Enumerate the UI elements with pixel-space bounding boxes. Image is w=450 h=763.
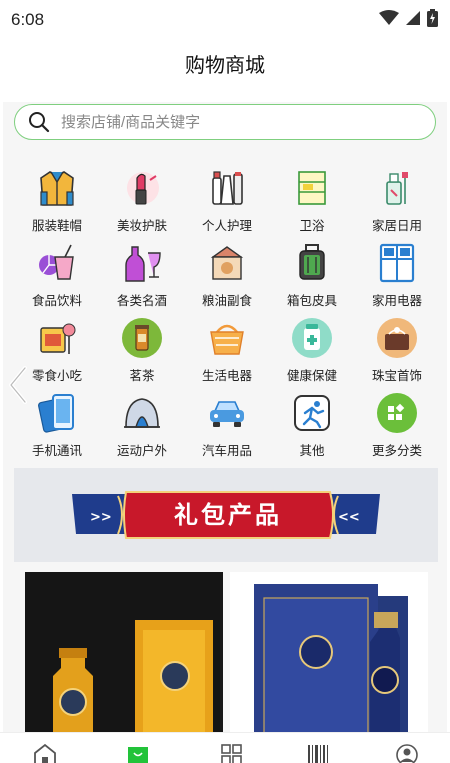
scan-icon[interactable] <box>303 741 333 763</box>
category-appliances[interactable]: 生活电器 <box>185 318 269 384</box>
signal-icon <box>406 11 420 25</box>
search-icon <box>29 112 50 133</box>
category-label: 美妆护肤 <box>116 219 167 233</box>
health-icon <box>292 318 332 358</box>
basket-icon <box>210 324 244 355</box>
chevron-left-icon[interactable] <box>3 364 33 406</box>
category-health[interactable]: 健康保健 <box>270 318 354 384</box>
shop-icon[interactable] <box>123 741 153 763</box>
lipstick-icon <box>127 172 159 205</box>
household-icon <box>386 172 408 205</box>
category-label: 食品饮料 <box>31 294 82 308</box>
category-tea[interactable]: 茗茶 <box>100 318 184 384</box>
category-label: 各类名酒 <box>116 294 167 308</box>
category-label: 茗茶 <box>129 369 155 383</box>
category-apparel[interactable]: 服装鞋帽 <box>15 168 99 234</box>
category-food-drink[interactable]: 食品饮料 <box>15 243 99 309</box>
category-label: 箱包皮具 <box>286 294 337 308</box>
svg-text:<<: << <box>338 510 360 525</box>
product-card[interactable] <box>230 572 428 732</box>
tea-icon <box>122 318 162 358</box>
category-beauty[interactable]: 美妆护肤 <box>100 168 184 234</box>
battery-icon <box>427 9 438 27</box>
personal-care-icon <box>212 171 243 205</box>
phone-icon <box>38 394 74 433</box>
svg-text:>>: >> <box>90 510 112 525</box>
baijiu-gift-box-blue-image <box>230 572 428 732</box>
category-auto[interactable]: 汽车用品 <box>185 393 269 459</box>
shopping-mall-screen: 6:08 购物商城 搜索店铺/商品关键字 服装鞋帽 美妆护肤 个人护理 卫浴 家… <box>0 0 450 763</box>
baijiu-gift-box-yellow-image <box>25 572 223 732</box>
category-label: 粮油副食 <box>201 294 252 308</box>
category-label: 运动户外 <box>116 444 167 458</box>
page-title: 购物商城 <box>185 55 265 77</box>
status-time: 6:08 <box>11 10 45 29</box>
running-icon <box>294 395 330 431</box>
category-personal-care[interactable]: 个人护理 <box>185 168 269 234</box>
category-liquor[interactable]: 各类名酒 <box>100 243 184 309</box>
user-icon[interactable] <box>392 741 422 763</box>
promo-banner[interactable]: >> << 礼包产品 <box>14 468 438 562</box>
wine-icon <box>125 246 161 282</box>
category-label: 卫浴 <box>299 219 325 233</box>
category-label: 更多分类 <box>371 444 422 458</box>
category-label: 汽车用品 <box>201 444 252 458</box>
category-bathroom[interactable]: 卫浴 <box>270 168 354 234</box>
category-label: 生活电器 <box>201 369 252 383</box>
category-outdoor[interactable]: 运动户外 <box>100 393 184 459</box>
category-label: 健康保健 <box>286 369 337 383</box>
category-home-appliance[interactable]: 家用电器 <box>355 243 439 309</box>
car-icon <box>210 401 244 427</box>
fridge-icon <box>379 243 415 283</box>
category-label: 其他 <box>299 444 325 458</box>
app-bar: 购物商城 <box>0 38 450 100</box>
bottom-tab-bar <box>0 732 450 763</box>
category-jewelry[interactable]: 珠宝首饰 <box>355 318 439 384</box>
status-bar: 6:08 <box>0 0 450 38</box>
category-other[interactable]: 其他 <box>270 393 354 459</box>
search-bar[interactable] <box>14 104 436 140</box>
category-label: 手机通讯 <box>31 444 82 458</box>
snack-icon <box>40 323 76 354</box>
main-content[interactable]: 服装鞋帽 美妆护肤 个人护理 <box>3 102 447 732</box>
product-card[interactable] <box>25 572 223 732</box>
drink-icon <box>39 244 74 280</box>
search-input[interactable] <box>59 112 403 132</box>
category-label: 家居日用 <box>371 219 422 233</box>
category-more[interactable]: 更多分类 <box>355 393 439 459</box>
category-label: 个人护理 <box>201 219 252 233</box>
bathroom-icon <box>298 171 326 205</box>
category-grid-icon[interactable] <box>216 741 246 763</box>
jewelry-icon <box>377 318 417 358</box>
banner-title: 礼包产品 <box>174 500 282 529</box>
jacket-icon <box>40 171 74 206</box>
wifi-icon <box>379 10 399 25</box>
category-label: 珠宝首饰 <box>371 369 422 383</box>
grain-icon <box>210 246 244 280</box>
category-household[interactable]: 家居日用 <box>355 168 439 234</box>
category-luggage[interactable]: 箱包皮具 <box>270 243 354 309</box>
category-grain-oil[interactable]: 粮油副食 <box>185 243 269 309</box>
category-label: 服装鞋帽 <box>31 219 82 233</box>
home-icon[interactable] <box>30 741 60 763</box>
tent-icon <box>124 398 160 428</box>
luggage-icon <box>299 244 325 280</box>
category-label: 家用电器 <box>371 294 422 308</box>
more-icon <box>377 393 417 433</box>
